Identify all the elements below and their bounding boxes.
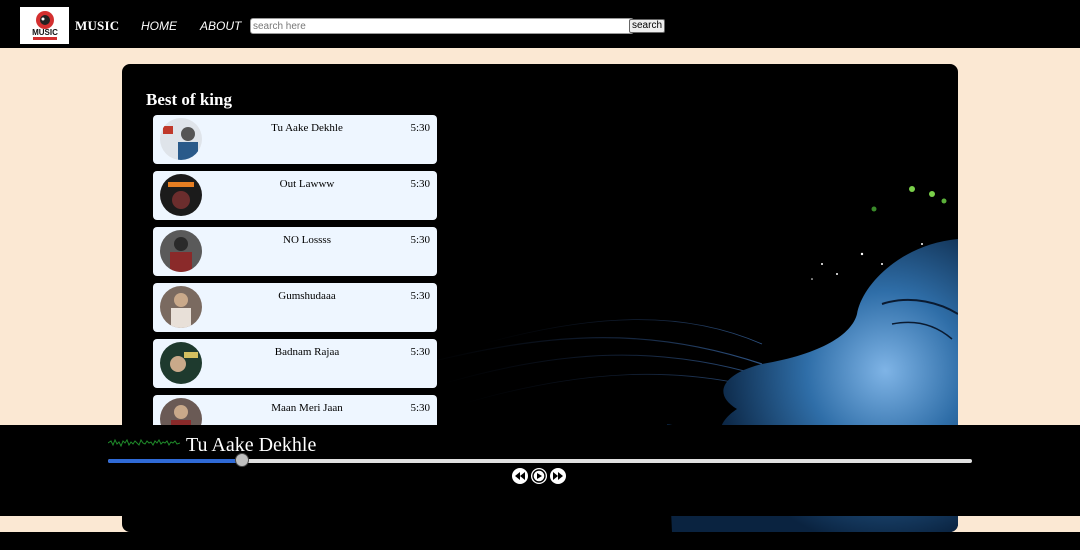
song-duration: 5:30: [410, 178, 430, 190]
progress-fill: [108, 459, 242, 463]
footer-bar: [0, 532, 1080, 550]
nav-about-link[interactable]: ABOUT: [200, 19, 241, 33]
search-button[interactable]: search: [629, 19, 666, 33]
previous-icon: [515, 472, 525, 480]
playback-controls: [512, 468, 566, 484]
song-item[interactable]: Badnam Rajaa 5:30: [153, 339, 437, 388]
song-cover: [160, 118, 202, 160]
song-title: Maan Meri Jaan: [271, 402, 343, 414]
song-title: Gumshudaaa: [278, 290, 336, 302]
song-item[interactable]: NO Lossss 5:30: [153, 227, 437, 276]
progress-bar[interactable]: [108, 453, 972, 467]
song-cover: [160, 286, 202, 328]
song-cover: [160, 174, 202, 216]
next-icon: [553, 472, 563, 480]
logo-icon: MUSIC: [32, 10, 58, 40]
site-logo[interactable]: MUSIC: [20, 7, 69, 44]
song-duration: 5:30: [410, 290, 430, 302]
song-title: Out Lawww: [279, 178, 335, 190]
song-cover: [160, 230, 202, 272]
now-playing-title: Tu Aake Dekhle: [186, 434, 317, 456]
song-duration: 5:30: [410, 122, 430, 134]
previous-button[interactable]: [512, 468, 528, 484]
song-cover: [160, 342, 202, 384]
song-duration: 5:30: [410, 402, 430, 414]
progress-handle[interactable]: [234, 453, 249, 467]
song-duration: 5:30: [410, 346, 430, 358]
music-player: Tu Aake Dekhle: [0, 425, 1080, 516]
waveform-icon: [108, 438, 180, 448]
playlist-title: Best of king: [146, 90, 232, 109]
brand-name: MUSIC: [75, 18, 120, 33]
svg-text:MUSIC: MUSIC: [32, 28, 58, 37]
navbar: MUSIC MUSIC HOME ABOUT search: [0, 0, 1080, 48]
song-title: Tu Aake Dekhle: [271, 122, 343, 134]
song-title: NO Lossss: [283, 234, 331, 246]
song-item[interactable]: Gumshudaaa 5:30: [153, 283, 437, 332]
search-input[interactable]: [250, 18, 634, 34]
play-button[interactable]: [531, 468, 547, 484]
play-icon: [532, 469, 546, 483]
song-duration: 5:30: [410, 234, 430, 246]
next-button[interactable]: [550, 468, 566, 484]
song-item[interactable]: Tu Aake Dekhle 5:30: [153, 115, 437, 164]
song-title: Badnam Rajaa: [274, 346, 340, 358]
nav-home-link[interactable]: HOME: [141, 19, 177, 33]
song-item[interactable]: Out Lawww 5:30: [153, 171, 437, 220]
song-list: Tu Aake Dekhle 5:30 Out Lawww 5:30 NO Lo…: [153, 115, 437, 451]
